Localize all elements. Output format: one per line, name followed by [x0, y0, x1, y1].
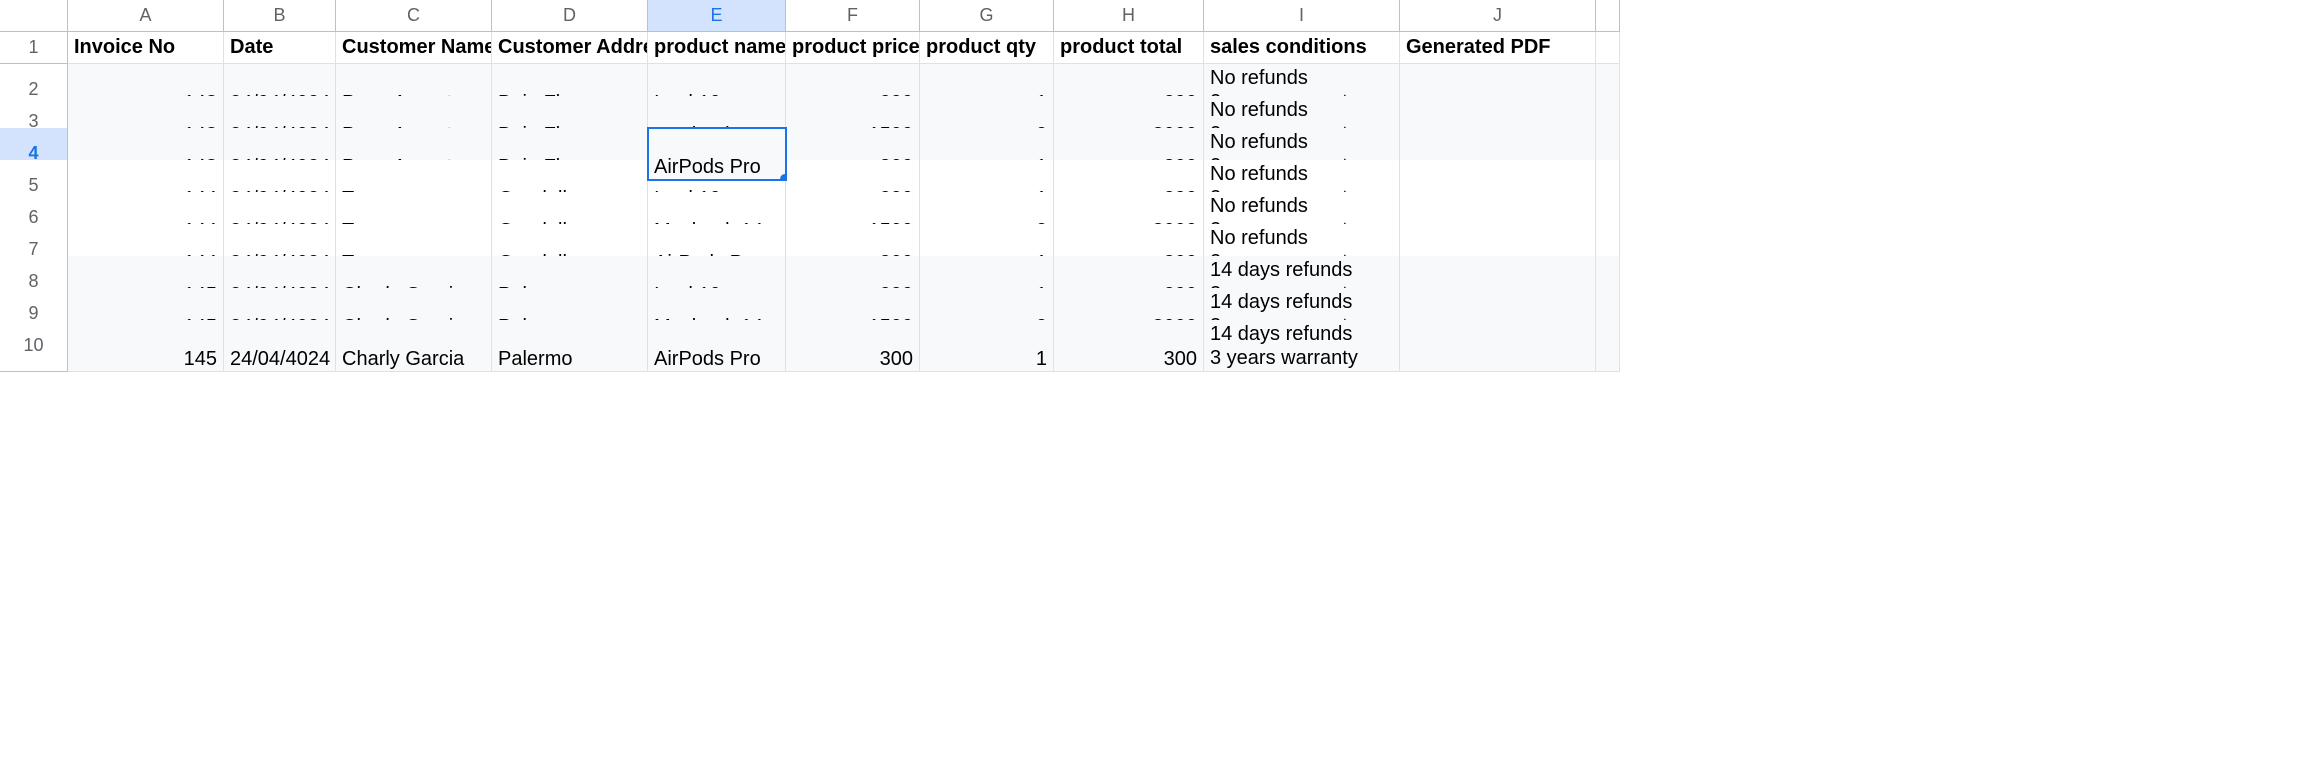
header-cell-J[interactable]: Generated PDF [1400, 32, 1596, 64]
header-cell-A[interactable]: Invoice No [68, 32, 224, 64]
spreadsheet-grid[interactable]: ABCDEFGHIJ 1Invoice NoDateCustomer NameCu… [0, 0, 2320, 352]
header-cell-I[interactable]: sales conditions [1204, 32, 1400, 64]
column-header-E[interactable]: E [648, 0, 786, 32]
column-header-G[interactable]: G [920, 0, 1054, 32]
cell-G10[interactable]: 1 [920, 320, 1054, 372]
column-header-D[interactable]: D [492, 0, 648, 32]
cell-A10[interactable]: 145 [68, 320, 224, 372]
cell-I10[interactable]: 14 days refunds 3 years warranty [1204, 320, 1400, 372]
header-cell-F[interactable]: product price [786, 32, 920, 64]
cell-D10[interactable]: Palermo [492, 320, 648, 372]
header-cell-G[interactable]: product qty [920, 32, 1054, 64]
header-cell-E[interactable]: product name [648, 32, 786, 64]
column-header-A[interactable]: A [68, 0, 224, 32]
cell-C10[interactable]: Charly Garcia [336, 320, 492, 372]
column-header-J[interactable]: J [1400, 0, 1596, 32]
select-all-corner[interactable] [0, 0, 68, 32]
header-cell-D[interactable]: Customer Addres [492, 32, 648, 64]
cell-partial-1[interactable] [1596, 32, 1620, 64]
header-cell-C[interactable]: Customer Name [336, 32, 492, 64]
row-header-1[interactable]: 1 [0, 32, 68, 64]
column-header-I[interactable]: I [1204, 0, 1400, 32]
column-header-H[interactable]: H [1054, 0, 1204, 32]
column-header-partial[interactable] [1596, 0, 1620, 32]
cell-E10[interactable]: AirPods Pro [648, 320, 786, 372]
column-header-F[interactable]: F [786, 0, 920, 32]
cell-H10[interactable]: 300 [1054, 320, 1204, 372]
cell-B10[interactable]: 24/04/4024 [224, 320, 336, 372]
column-header-B[interactable]: B [224, 0, 336, 32]
column-header-C[interactable]: C [336, 0, 492, 32]
cell-partial-10[interactable] [1596, 320, 1620, 372]
cell-J10[interactable] [1400, 320, 1596, 372]
cell-F10[interactable]: 300 [786, 320, 920, 372]
header-cell-B[interactable]: Date [224, 32, 336, 64]
header-cell-H[interactable]: product total [1054, 32, 1204, 64]
cell-E4[interactable]: AirPods Pro [648, 128, 786, 180]
row-header-10[interactable]: 10 [0, 320, 68, 372]
